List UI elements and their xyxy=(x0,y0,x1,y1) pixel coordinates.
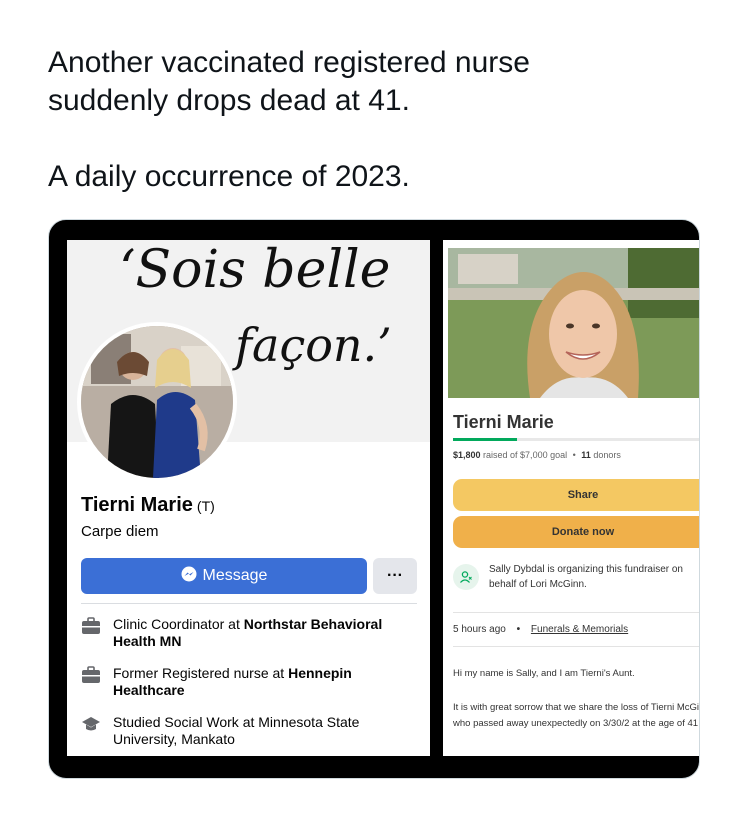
profile-name: Tierni Marie (T) xyxy=(81,494,215,517)
divider xyxy=(453,646,699,647)
category-link[interactable]: Funerals & Memorials xyxy=(531,624,628,635)
profile-bio: Carpe diem xyxy=(81,523,159,540)
raised-goal-text: raised of $7,000 goal xyxy=(480,450,568,460)
graduation-cap-icon xyxy=(81,714,103,748)
tweet-text: Another vaccinated registered nurse sudd… xyxy=(48,44,708,196)
story-paragraph-2: It is with great sorrow that we share th… xyxy=(453,702,700,729)
donate-button[interactable]: Donate now xyxy=(453,516,699,548)
divider xyxy=(81,603,417,604)
info-prefix: Former Registered nurse at xyxy=(113,665,289,681)
info-text-education: Studied Social Work at Minnesota State U… xyxy=(113,714,360,747)
fundraiser-meta: 5 hours ago • Funerals & Memorials xyxy=(453,624,629,635)
fundraiser-progress-bar xyxy=(453,438,699,441)
raised-summary: $1,800 raised of $7,000 goal • 11 donors xyxy=(453,450,621,460)
tweet-media-image[interactable]: ‘Sois belle façon.’ Tierni Marie (T) Car… xyxy=(48,219,700,779)
facebook-profile-panel: ‘Sois belle façon.’ Tierni Marie (T) Car… xyxy=(67,240,430,756)
story-paragraph-1: Hi my name is Sally, and I am Tierni's A… xyxy=(453,668,635,679)
fundraiser-photo xyxy=(448,248,699,398)
more-options-button[interactable]: ··· xyxy=(373,558,417,594)
messenger-icon xyxy=(181,566,197,587)
message-button[interactable]: Message xyxy=(81,558,367,594)
share-button[interactable]: Share xyxy=(453,479,699,511)
briefcase-icon xyxy=(81,665,103,699)
info-item-former-work: Former Registered nurse at Hennepin Heal… xyxy=(81,665,417,699)
briefcase-icon xyxy=(81,616,103,650)
profile-name-text: Tierni Marie xyxy=(81,494,193,516)
profile-pronoun: (T) xyxy=(196,498,215,514)
profile-avatar xyxy=(77,322,237,482)
organizer-person-icon xyxy=(453,564,479,590)
raised-amount: $1,800 xyxy=(453,450,481,460)
info-item-work: Clinic Coordinator at Northstar Behavior… xyxy=(81,616,417,650)
info-text-work: Clinic Coordinator at Northstar Behavior… xyxy=(113,616,417,650)
tweet-line-3: A daily occurrence of 2023. xyxy=(48,160,410,193)
tweet-line-2: suddenly drops dead at 41. xyxy=(48,84,410,117)
info-prefix: Clinic Coordinator at xyxy=(113,616,244,632)
info-text-former-work: Former Registered nurse at Hennepin Heal… xyxy=(113,665,417,699)
donors-count: 11 xyxy=(581,450,591,460)
cover-quote-line-2: façon.’ xyxy=(235,318,392,372)
created-time: 5 hours ago xyxy=(453,624,506,635)
divider xyxy=(453,612,699,613)
gofundme-panel: Tierni Marie $1,800 raised of $7,000 goa… xyxy=(443,240,700,756)
fundraiser-title[interactable]: Tierni Marie xyxy=(453,412,554,433)
progress-fill xyxy=(453,438,518,441)
tweet-line-1: Another vaccinated registered nurse xyxy=(48,46,530,79)
organizer-text: Sally Dybdal is organizing this fundrais… xyxy=(489,564,683,590)
info-item-education: Studied Social Work at Minnesota State U… xyxy=(81,714,417,748)
donors-label: donors xyxy=(590,450,621,460)
organizer-info: Sally Dybdal is organizing this fundrais… xyxy=(453,562,699,592)
cover-quote-line-1: ‘Sois belle xyxy=(119,240,391,300)
message-button-label: Message xyxy=(202,567,268,584)
